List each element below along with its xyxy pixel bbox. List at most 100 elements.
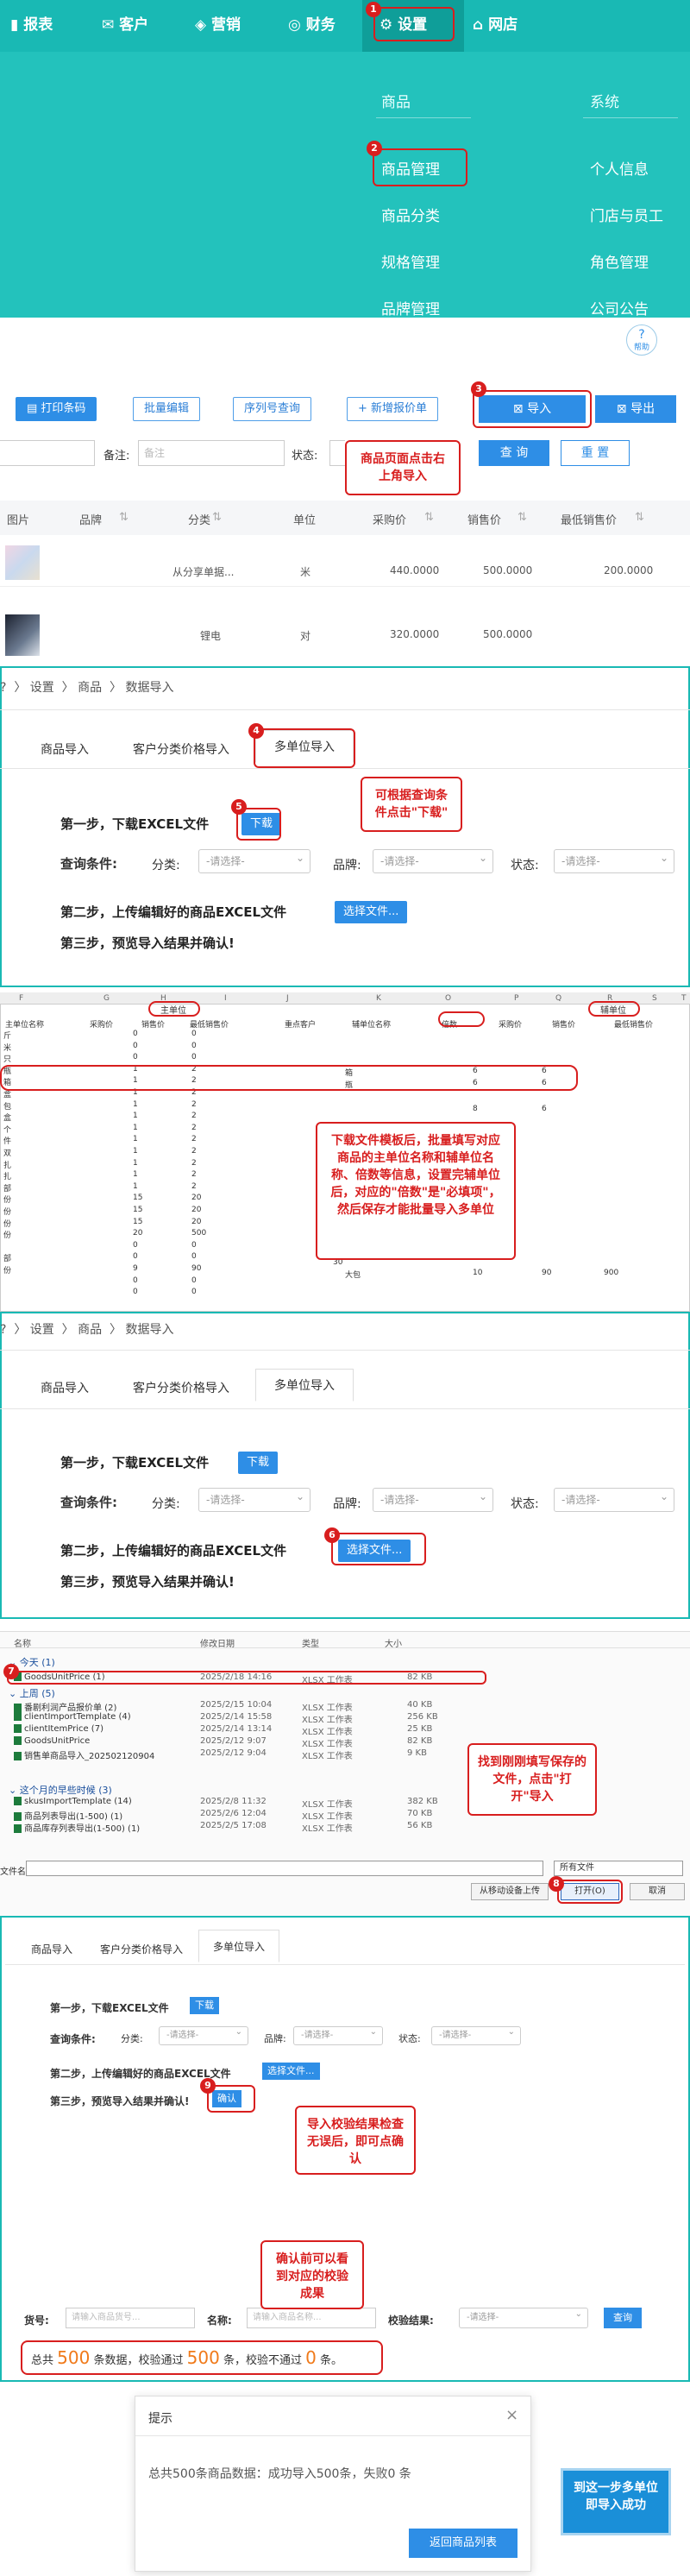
excel-col-letter: Q: [555, 994, 562, 1003]
menu-item-roles[interactable]: 角色管理: [590, 250, 649, 272]
excel-cell: 件: [3, 1137, 12, 1147]
filetype-select[interactable]: 所有文件: [554, 1861, 683, 1876]
category-select[interactable]: -请选择-: [198, 1485, 310, 1512]
status-select[interactable]: -请选择-: [554, 1485, 674, 1512]
list-filter-input[interactable]: [0, 440, 95, 466]
cancel-button[interactable]: 取消: [630, 1883, 685, 1900]
tab-customer-price-import[interactable]: 客户分类价格导入: [90, 1933, 193, 1966]
excel-cell: 1: [133, 1147, 138, 1156]
excel-cell: 份: [3, 1219, 12, 1229]
product-image: [5, 614, 40, 656]
table-row[interactable]: [0, 537, 690, 587]
tab-goods-import[interactable]: 商品导入: [26, 1372, 104, 1405]
nav-item-finance[interactable]: ◎ 财务: [288, 12, 336, 34]
tab-multi-unit-import[interactable]: 多单位导入: [198, 1930, 279, 1962]
file-size: 70 KB: [407, 1809, 433, 1818]
brand-select[interactable]: -请选择-: [293, 2024, 383, 2045]
sort-icon[interactable]: ⇅: [424, 511, 434, 524]
nav-item-marketing[interactable]: ◈ 营销: [195, 12, 241, 34]
excel-header-cell: 辅单位名称: [352, 1021, 392, 1030]
col-size[interactable]: 大小: [385, 1636, 402, 1649]
cell-min: 200.0000: [604, 564, 654, 576]
category-select[interactable]: -请选择-: [159, 2024, 248, 2045]
export-button[interactable]: ⊠ 导出: [595, 395, 676, 423]
sort-icon[interactable]: ⇅: [518, 511, 527, 524]
category-select[interactable]: -请选择-: [198, 847, 310, 873]
excel-cell: 2: [191, 1135, 197, 1144]
menu-item-brand[interactable]: 品牌管理: [381, 297, 440, 318]
brand-select[interactable]: -请选择-: [373, 1485, 493, 1512]
choose-file-button[interactable]: 选择文件...: [262, 2063, 320, 2080]
file-row[interactable]: skusImportTemplate (14): [14, 1797, 132, 1806]
tab-goods-import[interactable]: 商品导入: [17, 1933, 86, 1966]
toolbar-new-quote[interactable]: + 新增报价单: [347, 397, 439, 421]
sort-icon[interactable]: ⇅: [119, 511, 129, 524]
highlight-sub-unit: [588, 1001, 640, 1017]
file-row[interactable]: 销售单商品导入_202502120904: [14, 1748, 154, 1761]
group-lastweek[interactable]: ⌄ 上周 (5): [9, 1686, 55, 1700]
preview-query-button[interactable]: 查询: [604, 2308, 642, 2328]
tab-multi-unit-import[interactable]: 多单位导入: [255, 1369, 354, 1401]
choose-file-button[interactable]: 选择文件...: [335, 901, 408, 923]
nav-item-customers[interactable]: ✉ 客户: [102, 12, 148, 34]
name-input[interactable]: 请输入商品名称...: [247, 2308, 376, 2328]
menu-item-spec[interactable]: 规格管理: [381, 250, 440, 272]
toolbar-batch-edit[interactable]: 批量编辑: [133, 397, 201, 421]
tab-customer-price-import[interactable]: 客户分类价格导入: [121, 1372, 242, 1405]
callout-excel: 下载文件模板后，批量填写对应商品的主单位名称和辅单位名称、倍数等信息，设置完辅单…: [316, 1122, 516, 1260]
sort-icon[interactable]: ⇅: [212, 511, 222, 524]
excel-sub-cell: 8: [473, 1105, 478, 1113]
col-date[interactable]: 修改日期: [200, 1636, 235, 1649]
col-name[interactable]: 名称: [14, 1636, 31, 1649]
toolbar-print-barcode[interactable]: ▤ 打印条码: [16, 397, 97, 421]
file-row[interactable]: 商品列表导出(1-500) (1): [14, 1809, 122, 1822]
nav-item-reports[interactable]: ▮ 报表: [10, 12, 53, 34]
highlight-goods-manage: [373, 148, 467, 186]
step-badge-7: 7: [3, 1664, 19, 1679]
help-icon[interactable]: ? 帮助: [626, 324, 657, 356]
file-row[interactable]: 商品库存列表导出(1-500) (1): [14, 1821, 140, 1834]
toolbar-serial-query[interactable]: 序列号查询: [233, 397, 312, 421]
excel-file-icon: [14, 1812, 22, 1821]
download-button[interactable]: 下载: [190, 1997, 219, 2014]
tab-goods-import[interactable]: 商品导入: [26, 734, 104, 766]
back-to-list-button[interactable]: 返回商品列表: [409, 2529, 518, 2558]
filename-input[interactable]: [26, 1861, 543, 1876]
brand-select[interactable]: -请选择-: [373, 847, 493, 873]
group-earlier[interactable]: ⌄ 这个月的早些时候 (3): [9, 1783, 112, 1797]
file-row[interactable]: 番剧利润产品报价单 (2): [14, 1700, 116, 1713]
cell-unit: 对: [300, 630, 311, 642]
upload-mobile-button[interactable]: 从移动设备上传: [471, 1883, 549, 1900]
nav-item-shop[interactable]: ⌂ 网店: [473, 12, 518, 34]
excel-cell: 0: [133, 1252, 138, 1262]
file-row[interactable]: clientItemPrice (7): [14, 1724, 104, 1734]
menu-item-profile[interactable]: 个人信息: [590, 157, 649, 179]
file-row[interactable]: GoodsUnitPrice: [14, 1736, 90, 1746]
remark-input[interactable]: 备注: [138, 440, 285, 466]
goods-no-input[interactable]: 请输入商品货号...: [66, 2308, 195, 2328]
highlight-main-unit: [148, 1001, 200, 1017]
excel-cell: 1: [133, 1099, 138, 1109]
cell-sale: 500.0000: [483, 628, 533, 640]
status-select[interactable]: -请选择-: [554, 847, 674, 873]
col-type[interactable]: 类型: [302, 1636, 319, 1649]
status-select[interactable]: -请选择-: [431, 2024, 521, 2045]
check-result-select[interactable]: -请选择-: [459, 2305, 588, 2328]
nav-label: 客户: [119, 16, 149, 34]
sort-icon[interactable]: ⇅: [635, 511, 644, 524]
settings-dropdown: [0, 52, 690, 318]
menu-item-store-staff[interactable]: 门店与员工: [590, 204, 663, 225]
list-query-button[interactable]: 查 询: [479, 440, 549, 466]
list-reset-button[interactable]: 重 置: [561, 440, 630, 466]
download-button[interactable]: 下载: [238, 1452, 279, 1474]
status-select[interactable]: [329, 440, 345, 466]
tab-customer-price-import[interactable]: 客户分类价格导入: [121, 734, 242, 766]
table-row[interactable]: [0, 589, 690, 666]
excel-sub-cell: 6: [542, 1105, 547, 1113]
menu-item-notice[interactable]: 公司公告: [590, 297, 649, 318]
file-row[interactable]: clientImportTemplate (4): [14, 1712, 131, 1722]
excel-header-cell: 采购价: [499, 1021, 523, 1030]
excel-cell: 2: [191, 1158, 197, 1168]
menu-item-goods-category[interactable]: 商品分类: [381, 204, 440, 225]
close-icon[interactable]: ×: [505, 2406, 518, 2424]
